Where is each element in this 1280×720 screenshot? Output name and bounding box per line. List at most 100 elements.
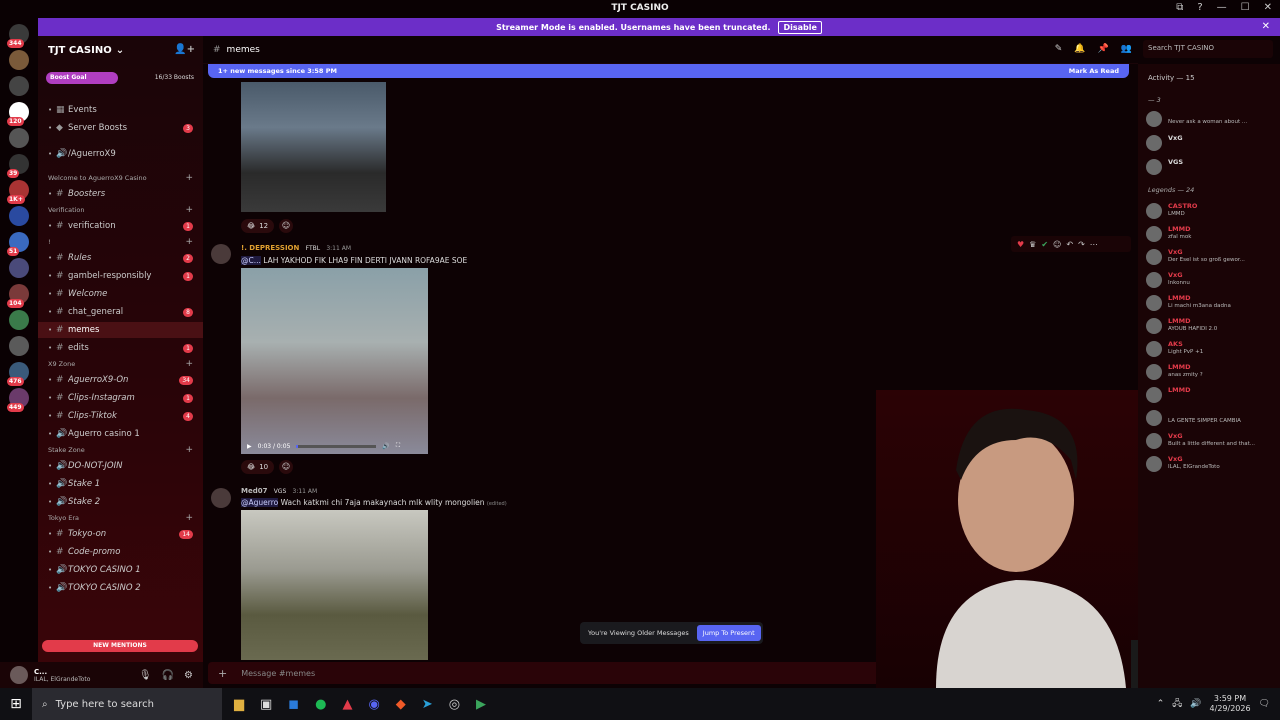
channel-item[interactable]: • # Tokyo-on 14 bbox=[38, 526, 203, 542]
author-name[interactable]: !. DEPRESSION bbox=[241, 244, 299, 252]
telegram-icon[interactable]: ➤ bbox=[422, 697, 433, 712]
member-item[interactable]: LA GENTE SIMPER CAMBIA bbox=[1146, 409, 1276, 427]
plus-icon[interactable]: + bbox=[185, 173, 193, 183]
channel-item[interactable]: • 🔊 TOKYO CASINO 1 bbox=[38, 562, 203, 578]
file-explorer-icon[interactable]: ▆ bbox=[234, 697, 244, 712]
obs-icon[interactable]: ▶ bbox=[476, 697, 486, 712]
channel-item[interactable]: • 🔊 Aguerro casino 1 bbox=[38, 426, 203, 442]
members-icon[interactable]: 👥 bbox=[1121, 44, 1132, 54]
server-icon[interactable] bbox=[9, 50, 29, 70]
notification-icon[interactable]: 🗨 bbox=[1259, 699, 1270, 709]
disable-streamer-button[interactable]: Disable bbox=[778, 20, 822, 34]
channel-category[interactable]: ! + bbox=[38, 236, 203, 248]
plus-icon[interactable]: + bbox=[185, 359, 193, 369]
steam-icon[interactable]: ◎ bbox=[449, 697, 460, 712]
adobe-icon[interactable]: ▲ bbox=[342, 697, 352, 712]
channel-item[interactable]: • # Welcome bbox=[38, 286, 203, 302]
server-icon[interactable]: 476 bbox=[7, 362, 29, 386]
avatar[interactable] bbox=[211, 244, 231, 264]
inbox-icon[interactable]: ⧉ bbox=[1176, 2, 1183, 13]
video-progress[interactable] bbox=[296, 444, 377, 448]
invite-icon[interactable]: 👤+ bbox=[174, 44, 195, 55]
member-item[interactable]: AKS Light PvP +1 bbox=[1146, 340, 1276, 358]
play-icon[interactable]: ▶ bbox=[247, 443, 252, 450]
volume-icon[interactable]: 🔊 bbox=[1190, 699, 1201, 709]
member-item[interactable]: VxG bbox=[1146, 134, 1276, 152]
close-window-button[interactable]: ✕ bbox=[1264, 2, 1272, 13]
add-reaction-icon[interactable]: ☺ bbox=[1053, 240, 1061, 249]
forward-icon[interactable]: ↷ bbox=[1078, 240, 1085, 249]
pin-icon[interactable]: 📌 bbox=[1098, 44, 1109, 54]
network-icon[interactable]: 🖧 bbox=[1172, 696, 1182, 712]
heart-icon[interactable]: ♥ bbox=[1017, 240, 1024, 249]
member-item[interactable]: LMMD Li machi m3ana dadna bbox=[1146, 294, 1276, 312]
new-messages-bar[interactable]: 1+ new messages since 3:58 PM Mark As Re… bbox=[208, 64, 1129, 78]
message-input[interactable]: Message #memes bbox=[241, 669, 315, 678]
channel-category[interactable]: X9 Zone + bbox=[38, 358, 203, 370]
reaction-button[interactable]: 😂 10 bbox=[241, 460, 275, 474]
message-image[interactable] bbox=[241, 82, 386, 212]
channel-category[interactable]: Welcome to AguerroX9 Casino + bbox=[38, 172, 203, 184]
user-mention[interactable]: @C... bbox=[241, 256, 261, 265]
channel-item[interactable]: • # Code-promo bbox=[38, 544, 203, 560]
mic-icon[interactable]: 🎙 bbox=[139, 670, 152, 681]
volume-icon[interactable]: 🔊 bbox=[382, 443, 389, 450]
guild-header[interactable]: TJT CASINO ⌄ 👤+ bbox=[38, 36, 203, 64]
maximize-button[interactable]: ☐ bbox=[1241, 2, 1250, 13]
channel-item[interactable]: • # Clips-Instagram 1 bbox=[38, 390, 203, 406]
help-icon[interactable]: ? bbox=[1197, 2, 1202, 13]
threads-icon[interactable]: ✎ bbox=[1055, 44, 1063, 54]
outlook-icon[interactable]: ◼ bbox=[288, 697, 299, 712]
windows-start-icon[interactable]: ⊞ bbox=[0, 688, 32, 720]
plus-icon[interactable]: + bbox=[185, 513, 193, 523]
reaction-button[interactable]: 😂 12 bbox=[241, 219, 275, 233]
server-icon[interactable] bbox=[9, 206, 29, 226]
member-item[interactable]: VxG ILAL, ElGrandeToto bbox=[1146, 455, 1276, 473]
channel-item[interactable]: • 🔊/AguerroX9 bbox=[38, 146, 203, 162]
plus-icon[interactable]: + bbox=[218, 667, 227, 680]
channel-category[interactable]: Verification + bbox=[38, 204, 203, 216]
server-icon[interactable]: 39 bbox=[7, 154, 29, 178]
fullscreen-icon[interactable]: ⛶ bbox=[396, 442, 400, 450]
server-icon[interactable]: 51 bbox=[7, 232, 29, 256]
user-mention[interactable]: @Aguerro bbox=[241, 498, 279, 507]
crown-icon[interactable]: ♛ bbox=[1029, 240, 1036, 249]
store-icon[interactable]: ▣ bbox=[260, 697, 272, 712]
discord-icon[interactable]: ◉ bbox=[368, 697, 379, 712]
message-image[interactable] bbox=[241, 510, 428, 660]
clock[interactable]: 3:59 PM 4/29/2026 bbox=[1210, 694, 1251, 714]
server-icon[interactable] bbox=[9, 76, 29, 96]
member-item[interactable]: LMMD anas zmity ? bbox=[1146, 363, 1276, 381]
bell-icon[interactable]: 🔔 bbox=[1074, 44, 1085, 54]
reply-icon[interactable]: ↶ bbox=[1066, 240, 1073, 249]
taskbar-search[interactable]: ⌕ Type here to search bbox=[32, 688, 222, 720]
author-name[interactable]: Med07 bbox=[241, 487, 267, 495]
server-icon[interactable] bbox=[9, 336, 29, 356]
server-icon[interactable] bbox=[9, 310, 29, 330]
avatar[interactable] bbox=[10, 666, 28, 684]
headphones-icon[interactable]: 🎧 bbox=[162, 670, 174, 681]
channel-item[interactable]: • ▦ Events bbox=[38, 102, 203, 118]
member-item[interactable]: VxG Built a little different and that... bbox=[1146, 432, 1276, 450]
channel-item[interactable]: • 🔊 Stake 2 bbox=[38, 494, 203, 510]
channel-item[interactable]: • # AguerroX9-On 34 bbox=[38, 372, 203, 388]
channel-item[interactable]: • # chat_general 8 bbox=[38, 304, 203, 320]
server-icon[interactable]: 104 bbox=[7, 284, 29, 308]
check-icon[interactable]: ✔ bbox=[1041, 240, 1048, 249]
server-icon[interactable]: 449 bbox=[7, 388, 29, 412]
member-item[interactable]: Never ask a woman about ... bbox=[1146, 110, 1276, 128]
more-icon[interactable]: ⋯ bbox=[1090, 240, 1098, 249]
close-banner-icon[interactable]: ✕ bbox=[1262, 21, 1270, 32]
plus-icon[interactable]: + bbox=[185, 445, 193, 455]
add-reaction-icon[interactable]: ☺ bbox=[279, 460, 293, 474]
channel-category[interactable]: Stake Zone + bbox=[38, 444, 203, 456]
jump-to-present-button[interactable]: Jump To Present bbox=[696, 625, 761, 641]
message-video[interactable] bbox=[241, 268, 428, 454]
channel-item[interactable]: • # verification 1 bbox=[38, 218, 203, 234]
member-item[interactable]: VxG Inkonnu bbox=[1146, 271, 1276, 289]
server-icon[interactable] bbox=[9, 128, 29, 148]
server-icon[interactable]: 120 bbox=[7, 102, 29, 126]
boost-goal[interactable]: Boost Goal 16/33 Boosts bbox=[46, 72, 198, 84]
avatar[interactable] bbox=[211, 488, 231, 508]
brave-icon[interactable]: ◆ bbox=[396, 697, 406, 712]
